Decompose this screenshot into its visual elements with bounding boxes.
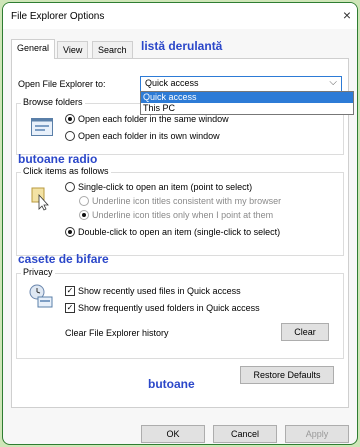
annotation-buttons: butoane <box>148 377 195 391</box>
folder-window-icon <box>31 118 53 136</box>
annotation-radios: butoane radio <box>18 152 98 166</box>
radio-double-click[interactable] <box>65 227 75 237</box>
browse-folders-title: Browse folders <box>21 97 85 107</box>
option-recent-files: Show recently used files in Quick access <box>78 286 241 296</box>
click-items-title: Click items as follows <box>21 166 111 176</box>
click-items-group: Click items as follows Single-click to o… <box>16 166 344 256</box>
clear-history-label: Clear File Explorer history <box>65 328 169 338</box>
close-icon[interactable]: × <box>343 7 351 23</box>
restore-defaults-button[interactable]: Restore Defaults <box>240 366 334 384</box>
dropdown-selected-value: Quick access <box>145 78 199 88</box>
privacy-group: Privacy ✓ Show recently used files in Qu… <box>16 267 344 359</box>
annotation-dropdown: listă derulantă <box>141 39 223 53</box>
dropdown-option-quick-access[interactable]: Quick access <box>141 92 353 103</box>
open-explorer-dropdown[interactable]: Quick access ⌵ <box>140 76 342 92</box>
option-frequent-folders: Show frequently used folders in Quick ac… <box>78 303 260 313</box>
option-same-window: Open each folder in the same window <box>78 114 229 124</box>
dropdown-list: Quick access This PC <box>140 91 354 115</box>
privacy-title: Privacy <box>21 267 55 277</box>
apply-button: Apply <box>285 425 349 443</box>
radio-underline-point <box>79 210 89 220</box>
tab-search[interactable]: Search <box>92 41 133 58</box>
option-double-click: Double-click to open an item (single-cli… <box>78 227 281 237</box>
privacy-icon <box>29 284 53 308</box>
window-title: File Explorer Options <box>11 11 105 22</box>
radio-underline-consistent <box>79 196 89 206</box>
option-underline-consistent: Underline icon titles consistent with my… <box>92 196 282 206</box>
chevron-down-icon[interactable]: ⌵ <box>329 77 337 88</box>
open-explorer-label: Open File Explorer to: <box>18 79 106 89</box>
radio-single-click[interactable] <box>65 182 75 192</box>
radio-own-window[interactable] <box>65 131 75 141</box>
checkbox-frequent-folders[interactable]: ✓ <box>65 303 75 313</box>
option-underline-point: Underline icon titles only when I point … <box>92 210 274 220</box>
pointer-click-icon <box>31 187 49 211</box>
ok-button[interactable]: OK <box>141 425 205 443</box>
tab-view[interactable]: View <box>57 41 89 58</box>
annotation-checkboxes: casete de bifare <box>18 252 109 266</box>
clear-history-button[interactable]: Clear <box>281 323 329 341</box>
title-bar: File Explorer Options × <box>3 3 357 29</box>
dialog-window: File Explorer Options × General View Sea… <box>2 2 358 445</box>
tab-general[interactable]: General <box>11 39 56 59</box>
checkbox-recent-files[interactable]: ✓ <box>65 286 75 296</box>
option-own-window: Open each folder in its own window <box>78 131 220 141</box>
general-tab-panel: Open File Explorer to: Quick access ⌵ Qu… <box>11 58 354 408</box>
radio-same-window[interactable] <box>65 114 75 124</box>
cancel-button[interactable]: Cancel <box>213 425 277 443</box>
option-single-click: Single-click to open an item (point to s… <box>78 182 253 192</box>
dropdown-option-this-pc[interactable]: This PC <box>141 103 353 114</box>
